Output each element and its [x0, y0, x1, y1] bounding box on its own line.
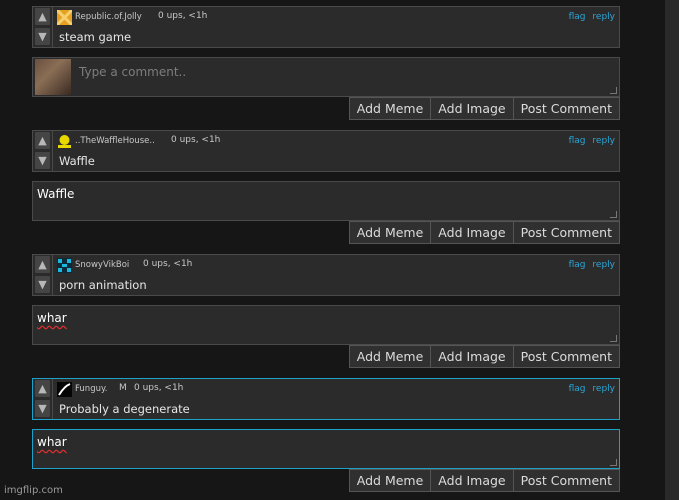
- comment-thread: ▲ ▼ Funguy. M 0 ups, <1h flag reply Prob…: [32, 378, 620, 492]
- reply-placeholder: Type a comment..: [79, 65, 187, 79]
- add-image-button[interactable]: Add Image: [430, 221, 514, 244]
- comment-links: flag reply: [565, 12, 615, 22]
- comment: ▲ ▼ ..TheWaffleHouse.. 0 ups, <1h flag r…: [32, 130, 620, 172]
- user-avatar: [35, 59, 71, 95]
- add-meme-button[interactable]: Add Meme: [348, 345, 432, 368]
- avatar[interactable]: [57, 258, 72, 273]
- arrow-up-icon[interactable]: ▲: [35, 256, 50, 273]
- moderator-badge: M: [119, 383, 127, 393]
- comment-thread: ▲ ▼ ..TheWaffleHouse.. 0 ups, <1h flag r…: [32, 130, 620, 244]
- avatar[interactable]: [57, 134, 72, 149]
- comment-meta: 0 ups, <1h: [171, 135, 221, 145]
- add-image-button[interactable]: Add Image: [430, 97, 514, 120]
- comment: ▲ ▼ Funguy. M 0 ups, <1h flag reply Prob…: [32, 378, 620, 420]
- comment-links: flag reply: [565, 384, 615, 394]
- comment: ▲ ▼ SnowyVikBoi 0 ups, <1h flag reply po…: [32, 254, 620, 296]
- post-comment-button[interactable]: Post Comment: [512, 221, 620, 244]
- arrow-up-icon[interactable]: ▲: [35, 8, 50, 25]
- comment-meta: 0 ups, <1h: [143, 259, 193, 269]
- reply-link[interactable]: reply: [592, 136, 615, 146]
- reply-text: whar: [37, 311, 67, 325]
- resize-handle-icon[interactable]: [610, 459, 617, 466]
- watermark: imgflip.com: [4, 485, 63, 496]
- reply-link[interactable]: reply: [592, 12, 615, 22]
- post-comment-button[interactable]: Post Comment: [512, 97, 620, 120]
- scrollbar-track[interactable]: [665, 0, 679, 500]
- avatar[interactable]: [57, 10, 72, 25]
- username[interactable]: Funguy.: [75, 384, 108, 394]
- resize-handle-icon[interactable]: [610, 87, 617, 94]
- reply-text: whar: [37, 435, 67, 449]
- comment-text: Waffle: [59, 154, 95, 168]
- arrow-up-icon[interactable]: ▲: [35, 132, 50, 149]
- add-meme-button[interactable]: Add Meme: [348, 97, 432, 120]
- arrow-up-icon[interactable]: ▲: [35, 380, 50, 397]
- reply-input[interactable]: whar: [32, 305, 620, 345]
- comment: ▲ ▼ Republic.of.Jolly 0 ups, <1h flag re…: [32, 6, 620, 48]
- arrow-down-icon[interactable]: ▼: [35, 276, 50, 293]
- vote-controls: ▲ ▼: [33, 7, 53, 47]
- username[interactable]: Republic.of.Jolly: [75, 12, 142, 22]
- add-meme-button[interactable]: Add Meme: [348, 221, 432, 244]
- comment-links: flag reply: [565, 136, 615, 146]
- comment-text: steam game: [59, 30, 132, 44]
- comment-meta: 0 ups, <1h: [134, 383, 184, 393]
- comment-thread: ▲ ▼ SnowyVikBoi 0 ups, <1h flag reply po…: [32, 254, 620, 368]
- username[interactable]: SnowyVikBoi: [75, 260, 129, 270]
- reply-actions: Add Meme Add Image Post Comment: [348, 221, 620, 244]
- comment-thread: ▲ ▼ Republic.of.Jolly 0 ups, <1h flag re…: [32, 6, 620, 120]
- vote-controls: ▲ ▼: [33, 131, 53, 171]
- resize-handle-icon[interactable]: [610, 211, 617, 218]
- flag-link[interactable]: flag: [569, 12, 586, 22]
- reply-text: Waffle: [37, 187, 75, 201]
- comment-text: porn animation: [59, 278, 147, 292]
- reply-actions: Add Meme Add Image Post Comment: [348, 97, 620, 120]
- add-image-button[interactable]: Add Image: [430, 469, 514, 492]
- vote-controls: ▲ ▼: [33, 379, 53, 419]
- comment-text: Probably a degenerate: [59, 402, 190, 416]
- arrow-down-icon[interactable]: ▼: [35, 28, 50, 45]
- resize-handle-icon[interactable]: [610, 335, 617, 342]
- vote-controls: ▲ ▼: [33, 255, 53, 295]
- post-comment-button[interactable]: Post Comment: [512, 345, 620, 368]
- flag-link[interactable]: flag: [569, 384, 586, 394]
- arrow-down-icon[interactable]: ▼: [35, 400, 50, 417]
- arrow-down-icon[interactable]: ▼: [35, 152, 50, 169]
- add-meme-button[interactable]: Add Meme: [348, 469, 432, 492]
- reply-link[interactable]: reply: [592, 260, 615, 270]
- avatar[interactable]: [57, 382, 72, 397]
- username[interactable]: ..TheWaffleHouse..: [75, 136, 155, 146]
- add-image-button[interactable]: Add Image: [430, 345, 514, 368]
- reply-actions: Add Meme Add Image Post Comment: [348, 469, 620, 492]
- reply-input[interactable]: Type a comment..: [32, 57, 620, 97]
- reply-actions: Add Meme Add Image Post Comment: [348, 345, 620, 368]
- reply-input[interactable]: Waffle: [32, 181, 620, 221]
- flag-link[interactable]: flag: [569, 260, 586, 270]
- reply-input[interactable]: whar: [32, 429, 620, 469]
- comment-meta: 0 ups, <1h: [158, 11, 208, 21]
- reply-link[interactable]: reply: [592, 384, 615, 394]
- flag-link[interactable]: flag: [569, 136, 586, 146]
- post-comment-button[interactable]: Post Comment: [512, 469, 620, 492]
- comment-links: flag reply: [565, 260, 615, 270]
